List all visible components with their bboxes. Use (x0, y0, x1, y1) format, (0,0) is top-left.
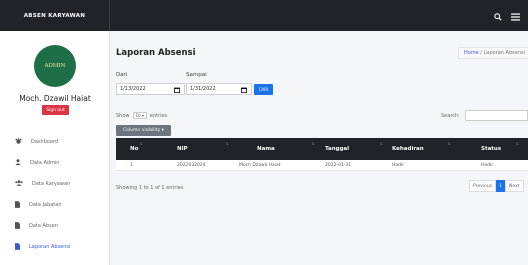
pagination: Previous 1 Next (469, 180, 524, 192)
column-visibility-button[interactable]: Column visibility ▾ (116, 125, 171, 136)
users-icon (15, 180, 23, 188)
cell-nip: 2022032024 (177, 163, 206, 168)
calendar-icon[interactable] (241, 87, 247, 95)
cell-kehadiran: Hadir (392, 163, 405, 168)
breadcrumb: Home / Laporan Absensi (457, 47, 528, 59)
cell-no: 1 (130, 163, 133, 168)
column-header-kehadiran[interactable]: Kehadiran (392, 138, 424, 160)
dari-date-input[interactable]: 1/13/2022 (116, 83, 185, 95)
column-header-tanggal[interactable]: Tanggal (325, 138, 349, 160)
sidebar-item-dashboard[interactable]: Dashboard (0, 132, 110, 152)
sidebar-item-laporan-absensi[interactable]: Laporan Absensi (0, 237, 110, 257)
palette-icon (15, 138, 22, 146)
hamburger-menu-icon[interactable] (511, 6, 520, 25)
table-header: No ⇅ NIP ⇅ Nama ⇅ Tanggal ⇅ Kehadiran ⇅ … (116, 138, 528, 160)
cari-button[interactable]: CARI (254, 84, 273, 95)
search-input[interactable] (465, 110, 528, 121)
table-row: 1 2022032024 Moch Dzawil Haiat 2022-01-3… (116, 160, 528, 171)
cell-nama: Moch Dzawil Haiat (239, 163, 281, 168)
sort-icon: ⇅ (380, 142, 383, 146)
sidebar-item-label: Data Absen (29, 223, 58, 229)
dari-label: Dari (116, 72, 128, 78)
next-page-button[interactable]: Next (505, 180, 524, 192)
sort-icon: ⇅ (226, 142, 229, 146)
show-prefix: Show (116, 112, 130, 119)
sidebar-item-label: Data Jabatan (29, 202, 62, 208)
brand-label: ABSEN KARYAWAN (23, 12, 86, 19)
sort-icon: ⇅ (140, 142, 143, 146)
breadcrumb-home[interactable]: Home (464, 50, 479, 56)
sidebar-item-label: Laporan Absensi (29, 244, 71, 250)
brand[interactable]: ABSEN KARYAWAN (0, 0, 110, 31)
file-icon (15, 200, 20, 210)
column-header-no[interactable]: No (130, 138, 138, 160)
report-icon (15, 242, 20, 252)
user-name: Moch. Dzawil Haiat (19, 94, 91, 103)
previous-page-button[interactable]: Previous (469, 180, 497, 192)
sidebar-item-data-karyawan[interactable]: Data Karyawan (0, 174, 110, 194)
entries-select[interactable]: 10 ▾ (132, 112, 147, 119)
sidebar-item-data-jabatan[interactable]: Data Jabatan (0, 195, 110, 215)
sampai-date-value: 1/31/2022 (190, 86, 216, 92)
avatar: ADMIN (34, 45, 76, 87)
sidebar-item-data-admin[interactable]: Data Admin (0, 153, 110, 173)
sort-icon: ⇅ (312, 142, 315, 146)
file-icon (15, 221, 20, 231)
breadcrumb-current: Laporan Absensi (483, 50, 525, 56)
calendar-icon[interactable] (174, 87, 180, 95)
sort-icon: ⇅ (516, 142, 519, 146)
cell-tanggal: 2022-01-31 (325, 163, 352, 168)
sidebar-item-label: Data Admin (30, 160, 60, 166)
column-header-nama[interactable]: Nama (257, 138, 275, 160)
sampai-label: Sampai (186, 72, 207, 78)
main-content: Laporan Absensi Home / Laporan Absensi D… (110, 31, 528, 265)
sidebar-item-label: Dashboard (31, 139, 59, 145)
sidebar-item-data-absen[interactable]: Data Absen (0, 216, 110, 236)
show-suffix: entries (149, 112, 168, 119)
sampai-date-input[interactable]: 1/31/2022 (186, 83, 252, 95)
top-navbar: ABSEN KARYAWAN (0, 0, 528, 31)
column-header-nip[interactable]: NIP (177, 138, 188, 160)
search-icon[interactable] (494, 6, 502, 25)
sort-icon: ⇅ (448, 142, 451, 146)
user-icon (15, 159, 21, 167)
avatar-text: ADMIN (44, 63, 66, 69)
page-1-button[interactable]: 1 (496, 180, 506, 192)
show-entries: Show 10 ▾ entries (116, 112, 167, 119)
cell-status: Hadir (481, 163, 494, 168)
dari-date-value: 1/13/2022 (120, 86, 146, 92)
signout-button[interactable]: Sign out (42, 105, 69, 115)
search-label: Search: (441, 113, 460, 119)
page-title: Laporan Absensi (116, 48, 196, 58)
table-info: Showing 1 to 1 of 1 entries (116, 185, 184, 191)
sidebar-item-label: Data Karyawan (32, 181, 71, 187)
column-header-status[interactable]: Status (481, 138, 501, 160)
sidebar: ADMIN Moch. Dzawil Haiat Sign out Dashbo… (0, 31, 110, 265)
